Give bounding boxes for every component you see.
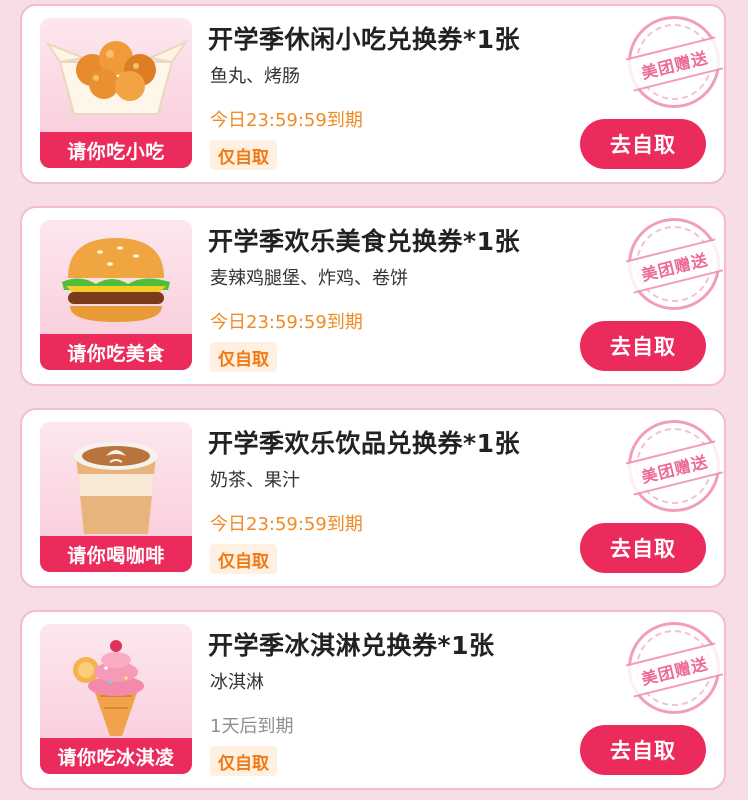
pickup-only-tag: 仅自取: [210, 544, 277, 574]
meituan-gift-stamp: 美团赠送: [618, 208, 724, 320]
thumb-label: 请你吃小吃: [40, 132, 192, 168]
coupon-thumbnail: 请你吃冰淇凌: [40, 624, 192, 774]
meituan-gift-stamp: 美团赠送: [618, 612, 724, 724]
coupon-card-food[interactable]: 请你吃美食 开学季欢乐美食兑换券*1张 麦辣鸡腿堡、炸鸡、卷饼 今日23:59:…: [20, 206, 726, 386]
coupon-list: 请你吃小吃 开学季休闲小吃兑换券*1张 鱼丸、烤肠 今日23:59:59到期 仅…: [0, 0, 748, 800]
coupon-card-snack[interactable]: 请你吃小吃 开学季休闲小吃兑换券*1张 鱼丸、烤肠 今日23:59:59到期 仅…: [20, 4, 726, 184]
coupon-title: 开学季冰淇淋兑换券*1张: [208, 631, 495, 660]
coupon-thumbnail: 请你喝咖啡: [40, 422, 192, 572]
pickup-only-tag: 仅自取: [210, 342, 277, 372]
coupon-expiry: 今日23:59:59到期: [210, 514, 363, 535]
coupon-expiry: 1天后到期: [210, 716, 294, 737]
ice-cream-icon: [73, 640, 144, 736]
self-pickup-button[interactable]: 去自取: [580, 321, 706, 371]
meituan-gift-stamp: 美团赠送: [618, 6, 724, 118]
coupon-title: 开学季休闲小吃兑换券*1张: [208, 25, 520, 54]
coupon-card-icecream[interactable]: 请你吃冰淇凌 开学季冰淇淋兑换券*1张 冰淇淋 1天后到期 仅自取 美团赠送 去…: [20, 610, 726, 790]
pickup-only-tag: 仅自取: [210, 746, 277, 776]
meituan-gift-stamp: 美团赠送: [618, 410, 724, 522]
coupon-expiry: 今日23:59:59到期: [210, 110, 363, 131]
coupon-card-drink[interactable]: 请你喝咖啡 开学季欢乐饮品兑换券*1张 奶茶、果汁 今日23:59:59到期 仅…: [20, 408, 726, 588]
coupon-description: 鱼丸、烤肠: [210, 66, 300, 87]
fried-chicken-icon: [45, 39, 189, 115]
coffee-cup-icon: [74, 442, 158, 534]
thumb-label: 请你吃冰淇凌: [40, 738, 192, 774]
self-pickup-button[interactable]: 去自取: [580, 119, 706, 169]
thumb-label: 请你喝咖啡: [40, 536, 192, 572]
coupon-thumbnail: 请你吃小吃: [40, 18, 192, 168]
coupon-title: 开学季欢乐美食兑换券*1张: [208, 227, 520, 256]
coupon-description: 冰淇淋: [210, 672, 264, 693]
coupon-description: 麦辣鸡腿堡、炸鸡、卷饼: [210, 268, 408, 289]
burger-icon: [62, 238, 170, 322]
self-pickup-button[interactable]: 去自取: [580, 523, 706, 573]
coupon-title: 开学季欢乐饮品兑换券*1张: [208, 429, 520, 458]
coupon-expiry: 今日23:59:59到期: [210, 312, 363, 333]
thumb-label: 请你吃美食: [40, 334, 192, 370]
coupon-thumbnail: 请你吃美食: [40, 220, 192, 370]
pickup-only-tag: 仅自取: [210, 140, 277, 170]
self-pickup-button[interactable]: 去自取: [580, 725, 706, 775]
coupon-description: 奶茶、果汁: [210, 470, 300, 491]
